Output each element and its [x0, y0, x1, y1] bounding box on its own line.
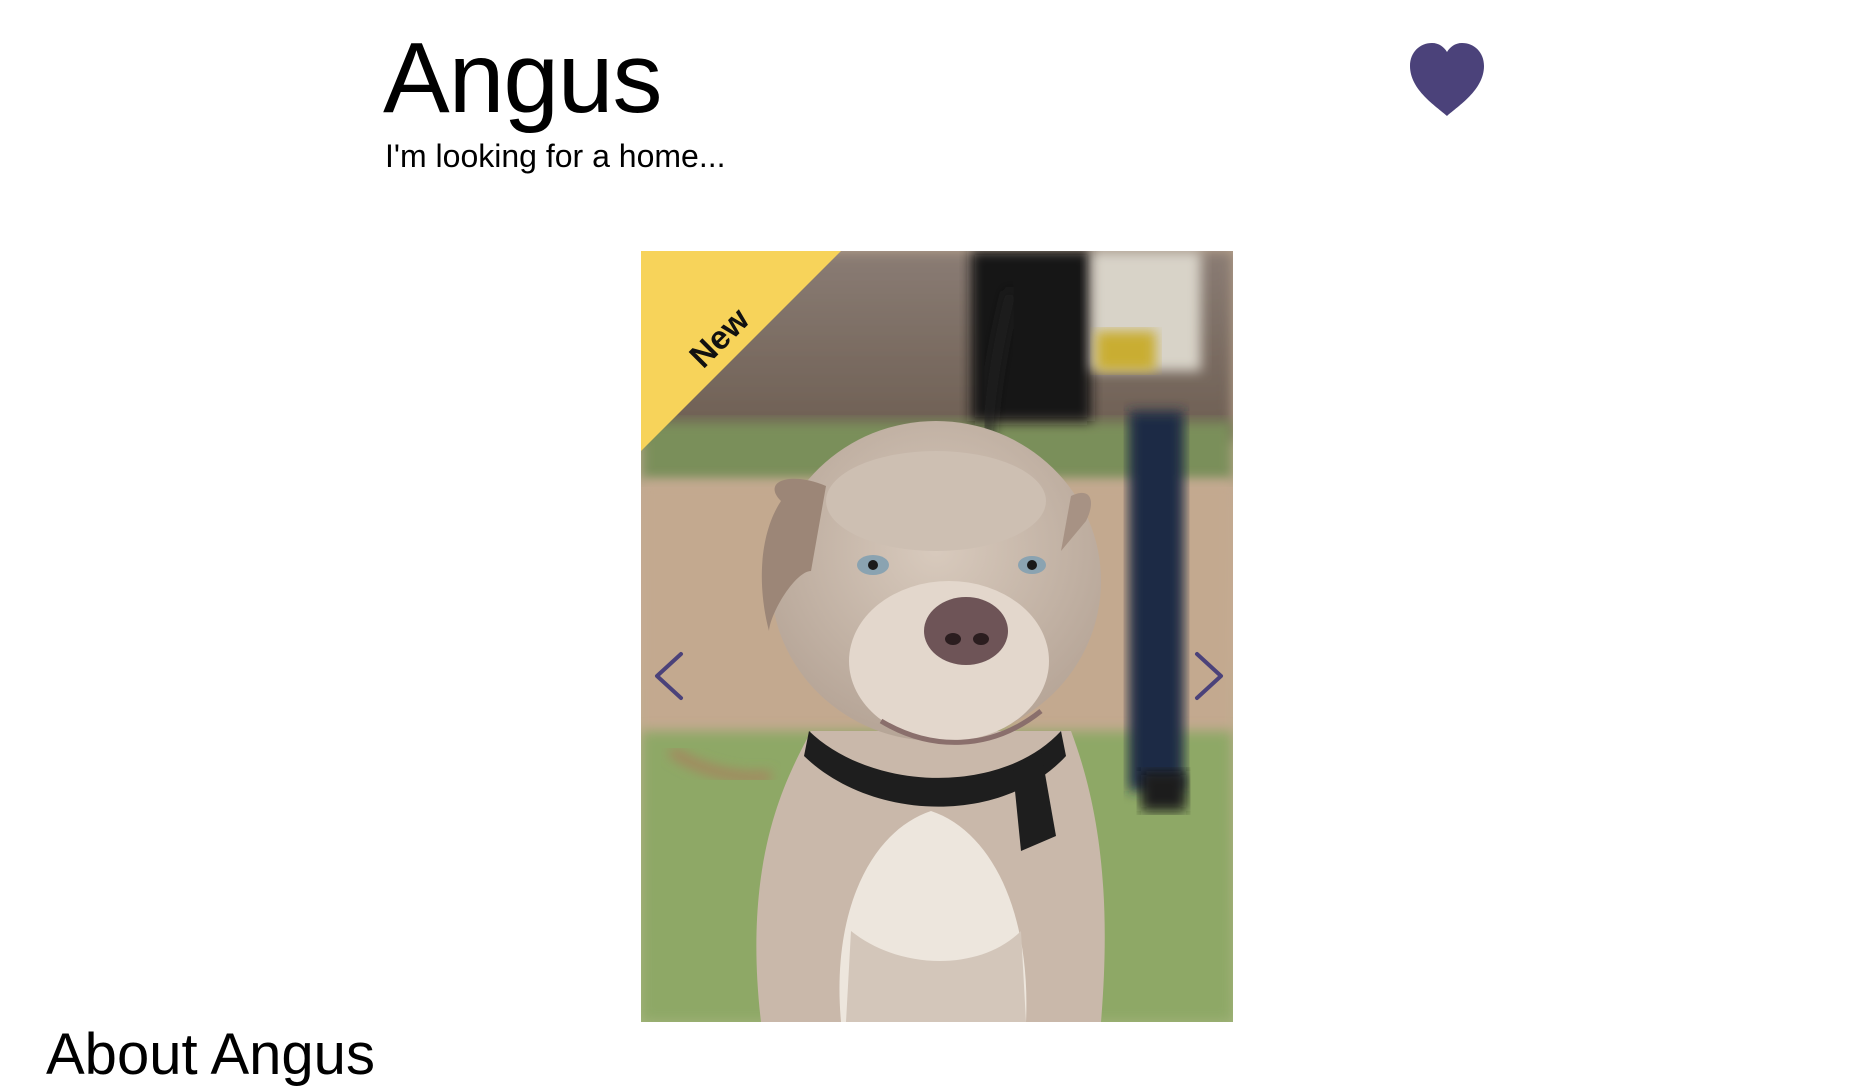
pet-profile-page: Angus I'm looking for a home... New Abou… — [0, 0, 1856, 1088]
new-badge: New — [641, 251, 841, 451]
chevron-right-icon — [1195, 652, 1223, 700]
heart-icon — [1410, 43, 1484, 116]
about-section-title: About Angus — [46, 1022, 375, 1087]
favorite-button[interactable] — [1406, 40, 1488, 120]
photo-gallery: New — [641, 251, 1233, 1022]
pet-header: Angus I'm looking for a home... — [383, 28, 725, 172]
next-photo-button[interactable] — [1181, 646, 1231, 706]
chevron-left-icon — [655, 652, 683, 700]
previous-photo-button[interactable] — [647, 646, 697, 706]
pet-tagline: I'm looking for a home... — [385, 138, 726, 174]
pet-name-title: Angus — [383, 22, 663, 134]
